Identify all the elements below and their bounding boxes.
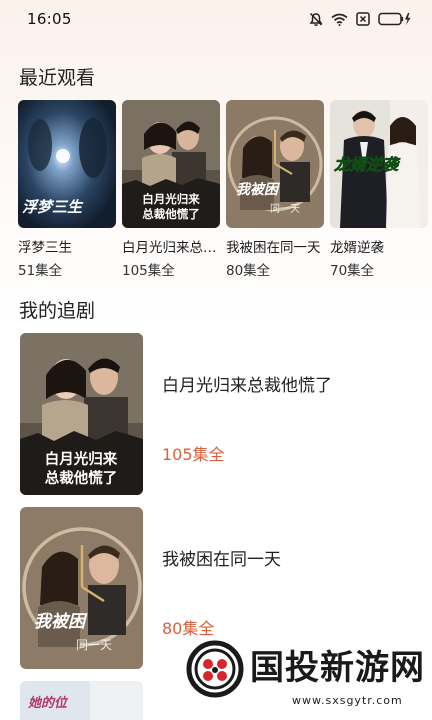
recent-count-3: 80集全 [226,263,271,279]
follow-poster-1[interactable]: 白月光归来 总裁他慌了 [20,333,143,495]
watermark: 国投新游网 www.sxsgytr.com [184,630,432,720]
follow-item-1[interactable]: 白月光归来 总裁他慌了 白月光归来总裁他慌了 105集全 [20,333,420,497]
recent-list[interactable]: 浮梦三生 浮梦三生 51集全 白月光归来 总裁他慌了 白月光归来总裁他慌了 10… [18,100,432,280]
poster-art-2: 白月光归来 总裁他慌了 [122,100,220,228]
poster-title-3b: 同一天 [270,203,300,215]
follow-poster-art-1: 白月光归来 总裁他慌了 [20,333,143,495]
follow-poster-art-3: 她的位 [20,681,143,720]
recent-count-1: 51集全 [18,263,63,279]
recent-card-2[interactable]: 白月光归来 总裁他慌了 白月光归来总裁他慌了 105集全 [122,100,220,279]
follow-poster-title-3: 她的位 [28,695,69,711]
mute-icon [309,12,323,26]
battery-charging-icon [378,12,411,26]
poster-title-2b: 总裁他慌了 [142,207,200,221]
poster-title-4: 龙婿逆袭 [334,155,401,174]
watermark-logo-icon [186,640,244,698]
follow-poster-title-2b: 同一天 [76,638,112,652]
status-bar: 16:05 [0,0,432,38]
follow-poster-title-1b: 总裁他慌了 [45,469,118,487]
poster-art-4: 龙婿逆袭 [330,100,428,228]
follow-title-2: 我被困在同一天 [162,550,281,570]
follow-section-title: 我的追剧 [19,300,96,322]
sim-off-icon [356,12,370,26]
recent-name-4: 龙婿逆袭 [330,240,384,256]
watermark-url: www.sxsgytr.com [292,694,403,707]
recent-name-3: 我被困在同一天 [226,240,321,256]
status-time: 16:05 [27,10,72,28]
poster-title-2a: 白月光归来 [142,192,200,206]
follow-poster-art-2: 我被困 同一天 [20,507,143,669]
recent-name-1: 浮梦三生 [18,240,72,256]
recent-poster-1[interactable]: 浮梦三生 [18,100,116,228]
watermark-text: 国投新游网 [250,648,425,688]
wifi-icon [331,13,348,26]
recent-poster-3[interactable]: 我被困 同一天 [226,100,324,228]
recent-section-title: 最近观看 [19,67,96,89]
follow-poster-2[interactable]: 我被困 同一天 [20,507,143,669]
poster-art-1: 浮梦三生 [18,100,116,228]
follow-count-1: 105集全 [162,445,225,464]
follow-poster-title-2: 我被困 [34,612,88,632]
recent-poster-2[interactable]: 白月光归来 总裁他慌了 [122,100,220,228]
status-icons [309,10,412,28]
recent-card-1[interactable]: 浮梦三生 浮梦三生 51集全 [18,100,116,279]
recent-name-2: 白月光归来总裁他慌了 [122,240,220,256]
recent-poster-4[interactable]: 龙婿逆袭 [330,100,428,228]
follow-poster-title-1a: 白月光归来 [45,450,118,468]
follow-title-1: 白月光归来总裁他慌了 [162,376,332,396]
poster-title-1: 浮梦三生 [22,198,84,216]
poster-title-3: 我被困 [236,181,280,198]
follow-poster-3[interactable]: 她的位 [20,681,143,720]
recent-card-4[interactable]: 龙婿逆袭 龙婿逆袭 70集全 [330,100,428,279]
poster-art-3: 我被困 同一天 [226,100,324,228]
recent-count-2: 105集全 [122,263,175,279]
recent-card-3[interactable]: 我被困 同一天 我被困在同一天 80集全 [226,100,324,279]
recent-count-4: 70集全 [330,263,375,279]
